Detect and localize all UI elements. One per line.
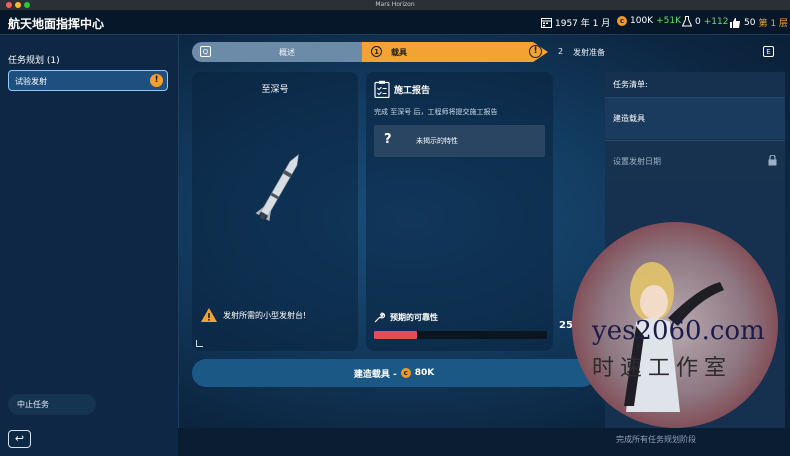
checklist-item-label: 设置发射日期 — [613, 157, 661, 166]
date-readout: 1957 年 1 月 — [541, 16, 610, 29]
watermark-url: yes2060.com — [592, 316, 765, 346]
money-readout: c 100K +51K — [617, 16, 681, 26]
report-title: 施工报告 — [394, 86, 431, 96]
build-cost: 80K — [414, 368, 435, 378]
mission-item-label: 试验发射 — [15, 77, 47, 86]
tab-vehicle[interactable]: 1 载具 ! — [362, 42, 548, 62]
warning-triangle-icon — [201, 308, 217, 322]
window-title: Mars Horizon — [375, 1, 415, 8]
research-value: 0 — [695, 16, 701, 27]
footer-text: 完成所有任务规划阶段 — [616, 435, 696, 444]
tab-launch-label: 发射准备 — [573, 48, 605, 57]
rocket-icon — [255, 154, 299, 222]
watermark-seal: yes2060.com 时速工作室 — [572, 222, 778, 428]
back-arrow-icon: ↩ — [14, 432, 25, 445]
money-value: 100K — [630, 16, 654, 26]
reliability-label: 预期的可靠性 — [390, 313, 438, 322]
footer-status: 完成所有任务规划阶段 — [616, 434, 696, 445]
vehicle-name: 至深号 — [261, 85, 289, 95]
watermark-studio: 时速工作室 — [592, 356, 733, 381]
checklist-item-build-vehicle[interactable]: 建造载具 — [605, 97, 785, 139]
vehicle-card: 至深号 发射所需的小型发射台! — [192, 72, 358, 351]
question-mark-icon: ? — [384, 132, 392, 147]
clipboard-icon — [374, 80, 390, 98]
abort-mission-button[interactable]: 中止任务 — [8, 394, 96, 415]
lock-icon — [768, 155, 777, 166]
tab-vehicle-label: 载具 — [391, 48, 407, 57]
coin-icon: c — [617, 16, 627, 26]
key-hint-e: E — [763, 46, 774, 57]
launch-pad-warning: 发射所需的小型发射台! — [200, 307, 306, 323]
wrench-icon — [374, 312, 385, 323]
trait-label: 未揭示的特性 — [416, 137, 458, 145]
coin-icon: c — [400, 368, 411, 378]
step-number-1: 1 — [371, 46, 382, 57]
reliability-bar — [374, 331, 547, 339]
reputation-value: 50 — [744, 17, 756, 28]
back-button[interactable]: ↩ — [8, 430, 31, 448]
warning-icon: ! — [529, 45, 542, 58]
pad-warning-text: 发射所需的小型发射台! — [223, 310, 307, 320]
mission-sidebar: 任务规划 (1) 试验发射 ! 中止任务 ↩ — [0, 35, 179, 456]
construction-report-card: 施工报告 完成 至深号 后，工程师将提交施工报告 ? 未揭示的特性 预期的可靠性 — [366, 72, 553, 351]
research-delta: +112 — [703, 16, 729, 27]
page-title: 航天地面指挥中心 — [8, 17, 105, 31]
tab-overview[interactable]: Q 概述 — [192, 42, 362, 62]
thumbs-up-icon — [730, 17, 740, 28]
build-vehicle-button[interactable]: 建造载具 - c 80K — [192, 359, 596, 387]
calendar-icon — [541, 18, 552, 28]
reliability-heading: 预期的可靠性 — [374, 312, 438, 323]
tab-launch-prep[interactable]: 2 发射准备 E — [548, 42, 780, 62]
reliability-bar-fill — [374, 331, 418, 339]
mission-item-test-launch[interactable]: 试验发射 ! — [8, 70, 168, 91]
checklist-item-label: 建造载具 — [613, 114, 645, 123]
tab-overview-label: 概述 — [279, 48, 295, 57]
checklist-item-set-launch-date[interactable]: 设置发射日期 — [605, 140, 785, 182]
checklist-title: 任务清单: — [613, 80, 648, 89]
date-text: 1957 年 1 月 — [555, 19, 611, 29]
expand-corner-icon — [196, 340, 203, 347]
hidden-trait-row[interactable]: ? 未揭示的特性 — [374, 125, 545, 157]
flask-icon — [682, 16, 692, 27]
footer-bar — [178, 428, 790, 456]
header-bar: 航天地面指挥中心 1957 年 1 月 c 100K +51K 0 +112 5… — [0, 10, 790, 35]
warning-icon: ! — [150, 74, 163, 87]
step-number-2: 2 — [558, 47, 564, 56]
reputation-level: 第 1 层 — [758, 19, 788, 29]
key-hint-q: Q — [200, 46, 211, 57]
mission-planning-heading: 任务规划 (1) — [8, 56, 60, 66]
build-vehicle-label: 建造载具 - — [353, 369, 397, 380]
research-readout: 0 +112 — [682, 16, 728, 27]
report-description: 完成 至深号 后，工程师将提交施工报告 — [374, 108, 498, 116]
reputation-readout: 50 第 1 层 — [729, 16, 788, 29]
money-delta: +51K — [656, 16, 681, 26]
